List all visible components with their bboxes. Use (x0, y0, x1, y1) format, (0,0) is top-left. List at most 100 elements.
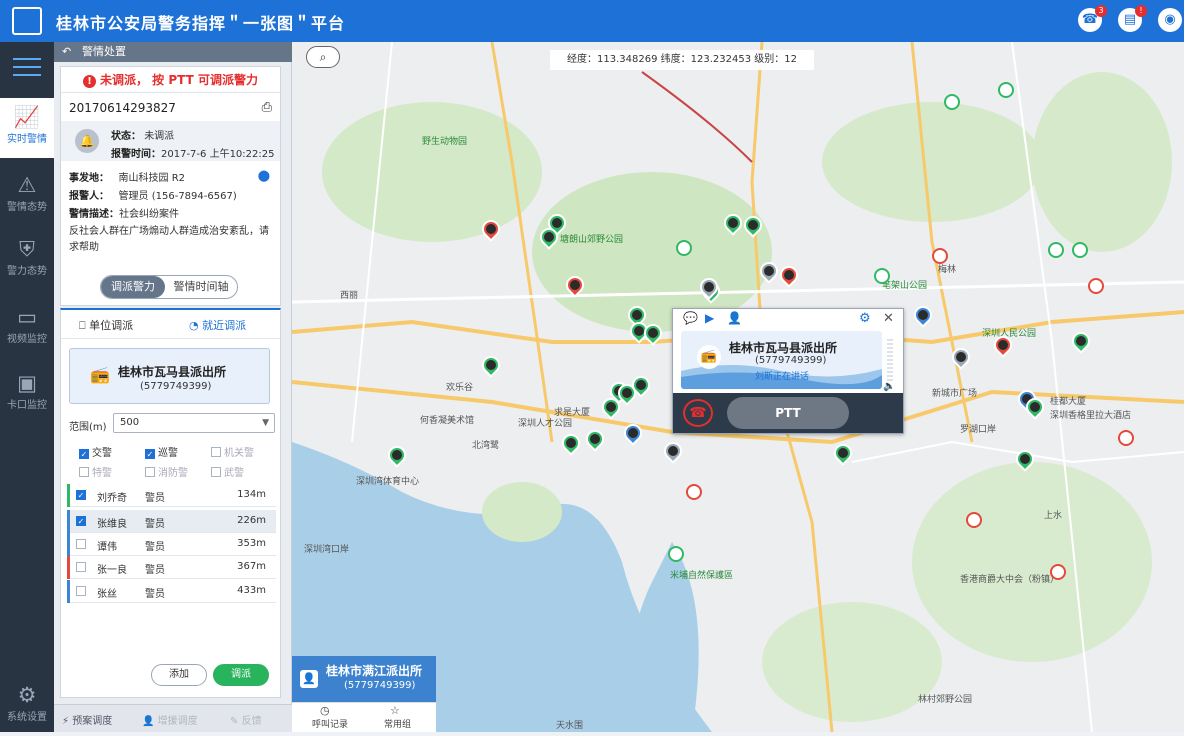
tab-dispatch[interactable]: 调派警力 (101, 276, 165, 298)
officer-marker[interactable] (948, 344, 974, 370)
filter-patrol[interactable]: ✓ 巡警 (145, 444, 178, 459)
officer-row[interactable]: ✓ 刘乔奇 警员 134m (67, 484, 276, 507)
officer-row[interactable]: 谭伟 警员 353m (67, 533, 276, 556)
officer-marker[interactable] (598, 394, 624, 420)
tab-timeline[interactable]: 警情时间轴 (165, 276, 237, 298)
patrol-car-icon[interactable] (668, 546, 684, 562)
officer-marker[interactable] (582, 426, 608, 452)
hang-up-icon[interactable]: ☎ (683, 399, 713, 427)
nav-item-checkpoint[interactable]: ▣ 卡口监控 (0, 364, 54, 424)
support-dispatch-button[interactable]: 👤 增援调度 (142, 712, 198, 727)
map-view[interactable]: ⌕ 经度：113.348269 纬度：123.232453 级别：12 野生动物… (292, 42, 1184, 732)
officer-marker[interactable] (910, 302, 936, 328)
user-avatar-icon[interactable]: ◉ (1158, 8, 1182, 32)
document-icon[interactable]: ▤! (1118, 5, 1147, 32)
video-icon[interactable]: ▶ (705, 311, 714, 325)
speaker-icon[interactable]: 🔈 (883, 381, 895, 392)
chat-icon[interactable]: 💬 (683, 311, 698, 325)
patrol-car-icon[interactable] (1072, 242, 1088, 258)
favorites-tab[interactable]: 常用组 (384, 717, 411, 730)
plan-dispatch-button[interactable]: ⚡ 预案调度 (62, 712, 112, 727)
officer-marker[interactable] (558, 430, 584, 456)
reporter-row: 报警人： 管理员 (156-7894-6567) (69, 187, 237, 202)
location-pin-icon[interactable]: ⬤ (258, 169, 270, 182)
nav-item-realtime[interactable]: 📈 实时警情 (0, 98, 54, 158)
add-user-icon[interactable]: 👤 (727, 311, 742, 325)
nav-item-situation[interactable]: ⚠ 警情态势 (0, 166, 54, 226)
station-card-bottom[interactable]: 👤 桂林市满江派出所 (5779749399) (292, 656, 436, 702)
officer-marker[interactable] (536, 224, 562, 250)
checkbox-icon[interactable] (76, 586, 86, 596)
filter-fire[interactable]: 消防警 (145, 464, 188, 479)
filter-special[interactable]: 特警 (79, 464, 112, 479)
officer-marker[interactable] (640, 320, 666, 346)
filter-traffic[interactable]: ✓ 交警 (79, 444, 112, 459)
officer-row[interactable]: 张一良 警员 367m (67, 556, 276, 579)
officer-row[interactable]: 张丝 警员 433m (67, 580, 276, 603)
checkbox-icon[interactable]: ✓ (76, 516, 86, 526)
officer-marker[interactable] (756, 258, 782, 284)
officer-marker[interactable] (830, 440, 856, 466)
officer-marker[interactable] (620, 420, 646, 446)
checkpoint-icon[interactable] (686, 484, 702, 500)
nav-label: 实时警情 (7, 134, 47, 145)
officer-marker[interactable] (720, 210, 746, 236)
patrol-car-icon[interactable] (944, 94, 960, 110)
officer-marker[interactable] (1012, 446, 1038, 472)
checkpoint-icon[interactable] (1050, 564, 1066, 580)
close-icon[interactable]: ✕ (883, 311, 894, 326)
call-log-tab[interactable]: 呼叫记录 (312, 717, 348, 730)
settings-icon[interactable]: ⚙ (859, 311, 871, 326)
patrol-car-icon[interactable] (1048, 242, 1064, 258)
checkpoint-icon[interactable] (1118, 430, 1134, 446)
patrol-car-icon[interactable] (998, 82, 1014, 98)
map-search-button[interactable]: ⌕ (306, 46, 340, 68)
feedback-button[interactable]: ✎ 反馈 (230, 712, 262, 727)
officer-marker[interactable] (776, 262, 802, 288)
officer-marker[interactable] (1022, 394, 1048, 420)
filter-office[interactable]: 机关警 (211, 444, 254, 459)
officer-marker[interactable] (384, 442, 410, 468)
patrol-car-icon[interactable] (874, 268, 890, 284)
map-label: 罗湖口岸 (960, 425, 997, 435)
officer-marker[interactable] (478, 216, 504, 242)
subtab-nearby[interactable]: ◔ 就近调派 (189, 317, 246, 333)
checkbox-icon[interactable]: ✓ (76, 490, 86, 500)
checkbox-icon[interactable] (76, 562, 86, 572)
station-box[interactable]: 📻 桂林市瓦马县派出所 (5779749399) (69, 348, 270, 404)
print-icon[interactable]: ⎙ (262, 100, 272, 115)
map-label: 北湾鹭 (472, 441, 500, 451)
menu-icon[interactable] (13, 58, 41, 82)
status-row: 状态： 未调派 (111, 127, 174, 142)
ptt-button[interactable]: PTT (727, 397, 849, 429)
checkpoint-icon[interactable] (1088, 278, 1104, 294)
nav-item-force[interactable]: ⛨ 警力态势 (0, 230, 54, 290)
patrol-car-icon[interactable] (676, 240, 692, 256)
time-row: 报警时间：2017-7-6 上午10:22:25 (111, 145, 274, 160)
dispatch-button[interactable]: 调派 (213, 664, 269, 686)
officer-marker[interactable] (990, 332, 1016, 358)
range-label: 范围(m) (69, 422, 107, 433)
officer-marker[interactable] (696, 274, 722, 300)
range-select[interactable]: 500 ▼ (113, 413, 275, 433)
filter-armed[interactable]: 武警 (211, 464, 244, 479)
officer-row[interactable]: ✓ 张维良 警员 226m (67, 510, 276, 533)
add-button[interactable]: 添加 (151, 664, 207, 686)
nav-item-settings[interactable]: ⚙ 系统设置 (0, 676, 54, 736)
checkpoint-icon[interactable] (966, 512, 982, 528)
back-icon[interactable]: ↶ (62, 42, 71, 62)
map-label: 天水围 (556, 721, 584, 731)
nav-item-video[interactable]: ▭ 视频监控 (0, 298, 54, 358)
officer-marker[interactable] (1068, 328, 1094, 354)
officer-marker[interactable] (562, 272, 588, 298)
phone-icon[interactable]: ☎ 3 (1078, 5, 1107, 32)
support-label: 增援调度 (157, 716, 198, 727)
officer-marker[interactable] (660, 438, 686, 464)
officer-marker[interactable] (478, 352, 504, 378)
officer-marker[interactable] (740, 212, 766, 238)
subtab-unit[interactable]: ⎕ 单位调派 (79, 317, 133, 333)
checkbox-icon[interactable] (76, 539, 86, 549)
bottom-tabs: ◷ 呼叫记录 ☆ 常用组 (292, 702, 436, 732)
officer-marker[interactable] (628, 372, 654, 398)
checkpoint-icon[interactable] (932, 248, 948, 264)
